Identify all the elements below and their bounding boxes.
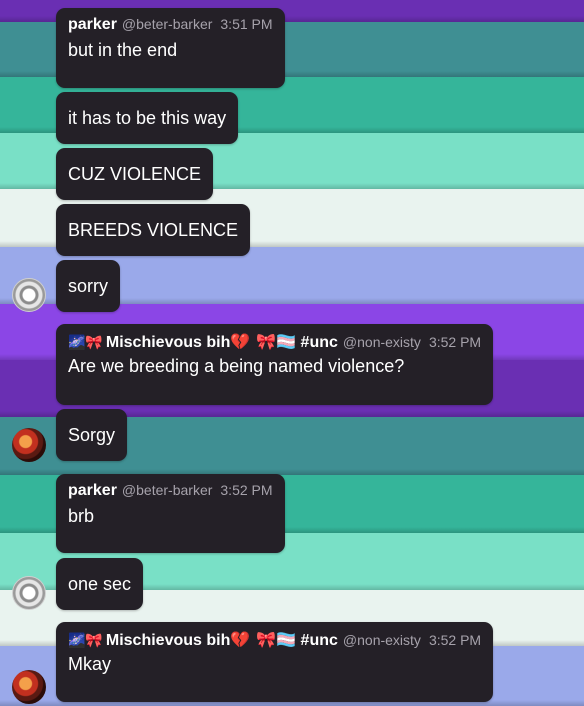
user-handle[interactable]: @non-existy xyxy=(343,334,421,350)
message-header: parker @beter-barker 3:52 PM xyxy=(68,482,273,504)
gear-avatar-icon[interactable] xyxy=(12,278,46,312)
username[interactable]: parker xyxy=(68,16,117,34)
message-text: CUZ VIOLENCE xyxy=(68,164,202,184)
message-bubble[interactable]: Sorgy xyxy=(56,409,128,461)
message-text: it has to be this way xyxy=(68,108,227,128)
message-header: 🌌🎀 Mischievous bih💔 🎀🏳️‍⚧️ #unc @non-exi… xyxy=(68,630,481,652)
message-bubble[interactable]: parker @beter-barker 3:51 PM but in the … xyxy=(56,8,285,88)
name-emoji-prefix: 🌌🎀 xyxy=(68,632,103,648)
user-handle[interactable]: @non-existy xyxy=(343,632,421,648)
username[interactable]: Mischievous bih💔 xyxy=(106,332,250,352)
message-text: one sec xyxy=(68,574,132,594)
message-text: BREEDS VIOLENCE xyxy=(68,220,239,240)
red-character-avatar-icon[interactable] xyxy=(12,428,46,462)
red-character-avatar-icon[interactable] xyxy=(12,670,46,704)
timestamp: 3:52 PM xyxy=(428,334,482,350)
message-text: Are we breeding a being named violence? xyxy=(68,356,405,376)
timestamp: 3:52 PM xyxy=(220,482,273,498)
message-bubble[interactable]: 🌌🎀 Mischievous bih💔 🎀🏳️‍⚧️ #unc @non-exi… xyxy=(56,324,494,405)
message-header: 🌌🎀 Mischievous bih💔 🎀🏳️‍⚧️ #unc @non-exi… xyxy=(68,332,481,354)
username-suffix[interactable]: 🎀🏳️‍⚧️ #unc xyxy=(256,332,338,352)
timestamp: 3:52 PM xyxy=(428,632,482,648)
message-text: brb xyxy=(68,506,95,526)
username[interactable]: Mischievous bih💔 xyxy=(106,630,250,650)
message-text: but in the end xyxy=(68,40,178,60)
message-bubble[interactable]: 🌌🎀 Mischievous bih💔 🎀🏳️‍⚧️ #unc @non-exi… xyxy=(56,622,494,702)
user-handle[interactable]: @beter-barker xyxy=(122,16,212,32)
message-text: Sorgy xyxy=(68,425,116,445)
message-bubble[interactable]: parker @beter-barker 3:52 PM brb xyxy=(56,474,285,553)
message-text: Mkay xyxy=(68,654,112,674)
username-suffix[interactable]: 🎀🏳️‍⚧️ #unc xyxy=(256,630,338,650)
user-handle[interactable]: @beter-barker xyxy=(122,482,212,498)
username[interactable]: parker xyxy=(68,482,117,500)
name-emoji-prefix: 🌌🎀 xyxy=(68,334,103,350)
message-bubble[interactable]: it has to be this way xyxy=(56,92,239,144)
message-bubble[interactable]: BREEDS VIOLENCE xyxy=(56,204,251,256)
gear-avatar-icon[interactable] xyxy=(12,576,46,610)
message-header: parker @beter-barker 3:51 PM xyxy=(68,16,273,38)
message-bubble[interactable]: one sec xyxy=(56,558,144,610)
message-bubble[interactable]: sorry xyxy=(56,260,120,312)
message-bubble[interactable]: CUZ VIOLENCE xyxy=(56,148,214,200)
message-text: sorry xyxy=(68,276,108,296)
timestamp: 3:51 PM xyxy=(220,16,273,32)
